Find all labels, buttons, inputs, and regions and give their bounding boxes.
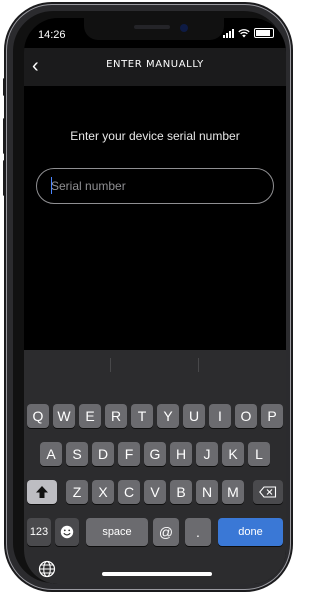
page-title: ENTER MANUALLY [106,59,204,70]
key-r[interactable]: R [105,404,127,428]
battery-icon [254,28,274,38]
key-d[interactable]: D [92,442,114,466]
wifi-icon [238,28,250,37]
speaker-grille [134,25,170,29]
key-m[interactable]: M [222,480,244,504]
instruction-text: Enter your device serial number [70,129,240,143]
emoji-key[interactable] [55,518,79,546]
camera-icon [180,24,188,32]
done-key[interactable]: done [218,518,283,546]
key-b[interactable]: B [170,480,192,504]
shift-key[interactable] [27,480,57,504]
key-s[interactable]: S [66,442,88,466]
signal-icon [223,28,234,38]
status-time: 14:26 [38,29,66,41]
key-k[interactable]: K [222,442,244,466]
key-y[interactable]: Y [157,404,179,428]
globe-icon [38,560,56,578]
key-v[interactable]: V [144,480,166,504]
keyboard-row-2: A S D F G H J K L [24,442,286,466]
suggestion-bar [24,350,286,378]
key-h[interactable]: H [170,442,192,466]
delete-key[interactable] [253,480,283,504]
key-c[interactable]: C [118,480,140,504]
shift-icon [36,486,48,498]
key-l[interactable]: L [248,442,270,466]
key-q[interactable]: Q [27,404,49,428]
key-e[interactable]: E [79,404,101,428]
key-w[interactable]: W [53,404,75,428]
key-o[interactable]: O [235,404,257,428]
key-t[interactable]: T [131,404,153,428]
key-p[interactable]: P [261,404,283,428]
dot-key[interactable]: . [185,518,211,546]
keyboard-row-4: 123 space @ . done [24,518,286,546]
screen: 14:26 ‹ ENTER MANUALLY Enter your device… [24,18,286,584]
key-i[interactable]: I [209,404,231,428]
key-x[interactable]: X [92,480,114,504]
suggestion-divider [198,358,199,372]
notch [84,18,224,40]
serial-number-input[interactable] [37,169,273,203]
key-u[interactable]: U [183,404,205,428]
space-key[interactable]: space [86,518,148,546]
key-z[interactable]: Z [66,480,88,504]
keyboard-row-1: Q W E R T Y U I O P [24,404,286,428]
emoji-icon [60,525,74,539]
keyboard-row-3: Z X C V B N M [24,480,286,504]
home-indicator[interactable] [102,572,212,576]
keyboard: Q W E R T Y U I O P A S D F G H J K L Z … [24,350,286,584]
numbers-key[interactable]: 123 [27,518,51,546]
serial-number-field[interactable] [36,168,274,204]
key-n[interactable]: N [196,480,218,504]
status-icons [223,28,274,38]
key-f[interactable]: F [118,442,140,466]
backspace-icon [259,486,277,498]
key-j[interactable]: J [196,442,218,466]
key-g[interactable]: G [144,442,166,466]
globe-key[interactable] [38,560,56,583]
text-caret [51,177,52,194]
key-a[interactable]: A [40,442,62,466]
navigation-bar: ‹ ENTER MANUALLY [24,48,286,86]
at-key[interactable]: @ [153,518,179,546]
suggestion-divider [110,358,111,372]
